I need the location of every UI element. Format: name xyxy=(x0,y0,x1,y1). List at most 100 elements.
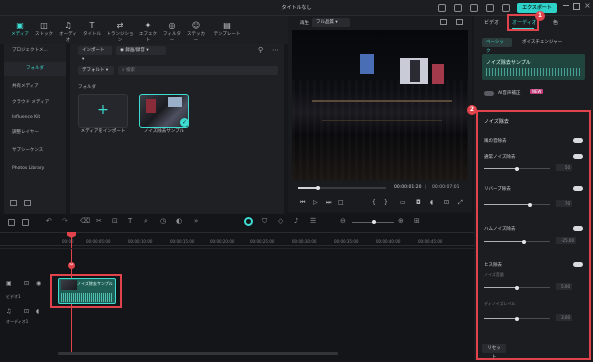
zoom-out-icon[interactable]: ⊖ xyxy=(340,217,346,225)
normal-denoise-value[interactable]: 50 xyxy=(556,164,572,171)
fullscreen-icon[interactable]: ⤢ xyxy=(458,199,463,207)
playhead-cut-icon[interactable]: ✂ xyxy=(68,262,75,269)
slider-knob[interactable] xyxy=(528,202,533,207)
mark-in-icon[interactable]: { xyxy=(372,199,376,206)
sidebar-item-project-media[interactable]: プロジェクトメ... xyxy=(4,44,66,58)
slider-knob[interactable] xyxy=(515,285,519,290)
reverb-removal-toggle[interactable] xyxy=(573,186,583,191)
zoom-icon[interactable]: ⌕ xyxy=(144,217,148,226)
folder-icon[interactable] xyxy=(24,200,31,206)
tool-stock[interactable]: ◫ ストック xyxy=(34,16,54,42)
preview-playhead[interactable] xyxy=(316,185,321,190)
denoise-level-slider[interactable] xyxy=(484,316,550,321)
denoise-level-value[interactable]: 3.00 xyxy=(556,314,572,321)
image-icon[interactable] xyxy=(456,19,463,25)
timeline-scrollbar[interactable] xyxy=(58,352,338,355)
normal-denoise-toggle[interactable] xyxy=(573,154,583,159)
ai-icon[interactable]: ☰ xyxy=(310,217,316,225)
subtab-basic[interactable]: ベーシック xyxy=(482,38,512,54)
mic-icon[interactable]: ♪ xyxy=(294,217,298,225)
delete-icon[interactable]: ⌫ xyxy=(80,217,90,225)
grid-view-icon[interactable]: ⊞ xyxy=(414,217,420,225)
undo-icon[interactable]: ↶ xyxy=(46,217,52,225)
color-icon[interactable]: ◐ xyxy=(176,217,182,225)
prev-frame-icon[interactable]: ⏮ xyxy=(300,199,305,207)
sidebar-item-folder[interactable]: フォルダ xyxy=(4,62,66,76)
filter-icon[interactable]: ⚲ xyxy=(258,46,263,54)
sidebar-item-shared-media[interactable]: 共有メディア xyxy=(4,80,66,94)
noise-volume-value[interactable]: 5.00 xyxy=(556,283,572,290)
bell-icon[interactable] xyxy=(486,4,494,12)
tool-audio[interactable]: ♫ オーディオ xyxy=(58,16,78,43)
tab-audio[interactable]: オーディオ xyxy=(512,19,537,26)
sample-media-card[interactable]: ✓ xyxy=(139,94,189,128)
new-folder-icon[interactable] xyxy=(10,200,17,206)
tool-media[interactable]: ▣ メディア xyxy=(10,16,30,42)
marker-icon[interactable]: ◇ xyxy=(278,217,283,225)
hum-removal-slider[interactable] xyxy=(484,239,550,244)
tool-template[interactable]: ▤ テンプレート xyxy=(212,16,242,42)
zoom-in-icon[interactable]: ⊕ xyxy=(398,217,404,225)
reset-button[interactable]: リセット xyxy=(482,344,506,360)
sidebar-item-subsequence[interactable]: サブシーケンス xyxy=(4,144,66,158)
select-tool-icon[interactable] xyxy=(22,219,29,226)
cut-icon[interactable]: ✂ xyxy=(96,217,102,225)
minimize-icon[interactable] xyxy=(563,5,569,6)
camera-icon[interactable]: ◘ xyxy=(416,199,421,206)
cloud-icon[interactable] xyxy=(454,4,462,12)
ai-voice-toggle[interactable] xyxy=(484,91,494,96)
zoom-knob[interactable] xyxy=(372,220,376,224)
tool-title[interactable]: T タイトル xyxy=(82,16,102,42)
crop-icon[interactable]: ⊡ xyxy=(444,199,449,206)
slider-knob[interactable] xyxy=(521,239,526,244)
import-media-card[interactable]: + xyxy=(78,94,128,128)
text-icon[interactable]: T xyxy=(128,217,132,225)
sort-dropdown[interactable]: デフォルト ▾ xyxy=(78,66,114,75)
layout-icon[interactable] xyxy=(8,219,15,226)
import-dropdown[interactable]: インポート ▾ xyxy=(78,46,112,62)
wind-removal-toggle[interactable] xyxy=(573,138,583,143)
record-dropdown[interactable]: ◉ 録画/録音 ▾ xyxy=(116,46,166,55)
noise-volume-slider[interactable] xyxy=(484,285,550,290)
gift-icon[interactable] xyxy=(470,4,478,12)
display-icon[interactable]: ▭ xyxy=(400,199,406,206)
sidebar-item-photos-library[interactable]: Photos Library xyxy=(4,162,66,176)
audio-lock-icon[interactable]: ⊡ xyxy=(24,308,29,315)
redo-icon[interactable]: ↷ xyxy=(62,217,68,225)
timeline-clip[interactable]: ノイズ除去サンプル xyxy=(58,278,116,304)
lock-icon[interactable]: ⊡ xyxy=(24,280,29,287)
more-tools-icon[interactable]: » xyxy=(194,217,198,225)
tab-color[interactable]: 色 xyxy=(553,19,558,26)
reverb-removal-slider[interactable] xyxy=(484,202,550,207)
more-icon[interactable]: ⋯ xyxy=(272,46,279,54)
tool-sticker[interactable]: ☺ ステッカー xyxy=(186,16,206,43)
slider-knob[interactable] xyxy=(515,316,519,321)
preview-tab[interactable]: 再生 xyxy=(300,20,309,26)
hum-removal-toggle[interactable] xyxy=(573,226,583,231)
tab-video[interactable]: ビデオ xyxy=(484,19,499,26)
device-icon[interactable] xyxy=(438,4,446,12)
shield-icon[interactable]: ⛉ xyxy=(262,217,267,226)
stop-icon[interactable]: □ xyxy=(338,199,344,206)
next-frame-icon[interactable]: ⏭ xyxy=(326,199,331,207)
tool-filter[interactable]: ◎ フィルター xyxy=(162,16,182,43)
hum-removal-value[interactable]: -25.00 xyxy=(556,237,576,244)
tool-effect[interactable]: ✦ エフェクト xyxy=(138,16,158,43)
sidebar-item-cloud-media[interactable]: クラウド メディア xyxy=(4,96,66,110)
sidebar-item-influence-kit[interactable]: Influence Kit xyxy=(4,111,66,125)
slider-knob[interactable] xyxy=(515,166,519,171)
sidebar-item-adjustment-layer[interactable]: 調整レイヤー xyxy=(4,126,66,140)
close-icon[interactable]: × xyxy=(584,1,591,10)
reverb-removal-value[interactable]: 70 xyxy=(556,200,572,207)
magnet-icon[interactable] xyxy=(244,217,253,226)
tool-transition[interactable]: ⇄ トランジション xyxy=(106,16,134,43)
snapshot-icon[interactable] xyxy=(440,19,447,25)
speed-icon[interactable]: ◷ xyxy=(160,217,166,225)
subtab-voice-changer[interactable]: ボイスチェンジャー xyxy=(522,39,562,45)
grid-icon[interactable] xyxy=(502,4,510,12)
maximize-icon[interactable] xyxy=(573,3,580,10)
play-icon[interactable]: ▷ xyxy=(313,199,318,206)
hiss-removal-toggle[interactable] xyxy=(573,262,583,267)
crop-icon[interactable]: ⊡ xyxy=(112,217,118,225)
eye-icon[interactable]: ◉ xyxy=(36,280,41,287)
